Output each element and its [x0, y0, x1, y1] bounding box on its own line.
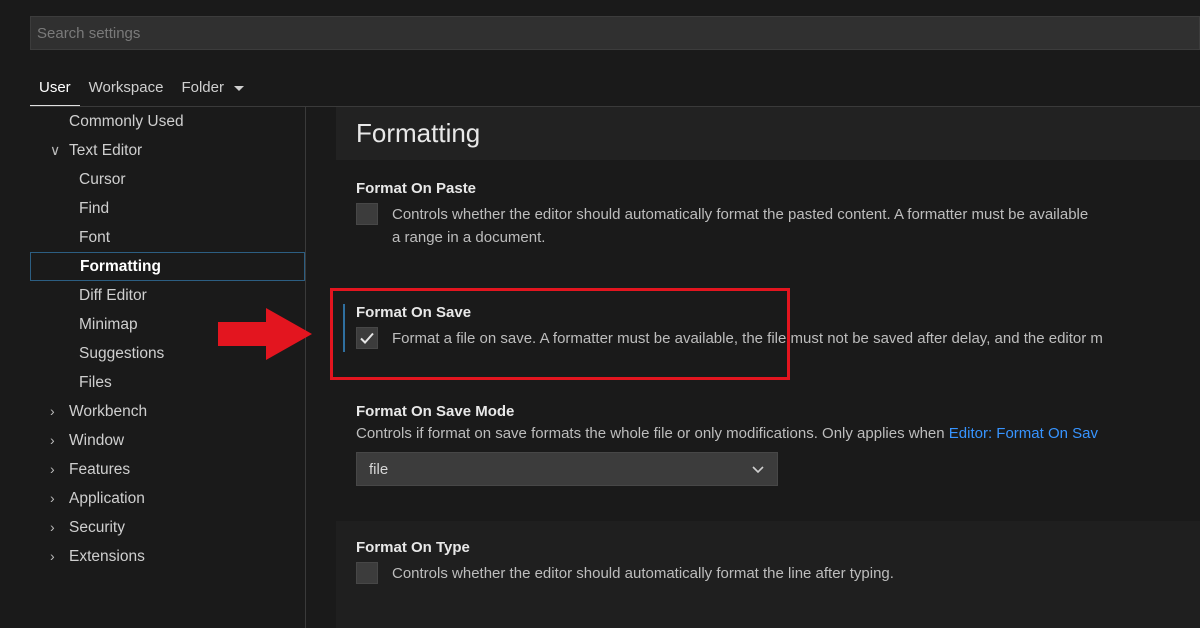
toc-item-label: Features — [69, 461, 131, 478]
tab-user-label: User — [39, 79, 71, 96]
tab-workspace[interactable]: Workspace — [80, 79, 173, 106]
toc-item-workbench[interactable]: › Workbench — [30, 397, 305, 426]
chevron-down-icon[interactable]: ∨ — [50, 136, 60, 165]
setting-description-text: Controls if format on save formats the w… — [356, 425, 945, 442]
toc-item-text-editor[interactable]: ∨ Text Editor — [30, 136, 305, 165]
section-title: Formatting — [336, 107, 1200, 160]
format-on-paste-checkbox[interactable] — [356, 203, 378, 225]
tab-folder[interactable]: Folder — [172, 79, 253, 106]
toc-item-label: Diff Editor — [79, 287, 147, 304]
chevron-right-icon[interactable]: › — [50, 455, 55, 484]
toc-item-label: Minimap — [79, 316, 138, 333]
search-bar[interactable] — [30, 16, 1200, 50]
search-input[interactable] — [37, 24, 1199, 42]
select-value: file — [369, 460, 389, 478]
setting-description: Controls if format on save formats the w… — [356, 425, 1200, 442]
toc-item-commonly-used[interactable]: Commonly Used — [30, 107, 305, 136]
setting-link[interactable]: Editor: Format On Sav — [949, 425, 1098, 442]
setting-title: Format On Save Mode — [356, 403, 515, 420]
tab-folder-label: Folder — [181, 79, 224, 96]
toc-item-label: Text Editor — [69, 142, 143, 159]
toc-item-label: Workbench — [69, 403, 148, 420]
toc-item-security[interactable]: › Security — [30, 513, 305, 542]
toc-item-application[interactable]: › Application — [30, 484, 305, 513]
toc-item-extensions[interactable]: › Extensions — [30, 542, 305, 571]
toc-item-label: Find — [79, 200, 110, 217]
toc-item-label: Suggestions — [79, 345, 165, 362]
format-on-save-mode-select[interactable]: file — [356, 452, 778, 486]
toc-item-label: Security — [69, 519, 125, 536]
toc-item-label: Cursor — [79, 171, 126, 188]
toc-item-formatting[interactable]: Formatting — [30, 252, 305, 281]
toc-item-label: Extensions — [69, 548, 145, 565]
toc-item-cursor[interactable]: Cursor — [30, 165, 305, 194]
annotation-highlight-box — [330, 288, 790, 380]
toc-item-label: Files — [79, 374, 112, 391]
setting-format-on-type: Format On Type Controls whether the edit… — [336, 539, 1200, 586]
toc-item-font[interactable]: Font — [30, 223, 305, 252]
toc-item-find[interactable]: Find — [30, 194, 305, 223]
setting-description: Controls whether the editor should autom… — [392, 565, 894, 582]
scope-tabs: User Workspace Folder — [30, 70, 253, 106]
setting-format-on-paste: Format On Paste Controls whether the edi… — [336, 180, 1200, 249]
toc-item-label: Font — [79, 229, 111, 246]
setting-format-on-save-mode: Format On Save Mode Controls if format o… — [336, 403, 1200, 486]
chevron-right-icon[interactable]: › — [50, 397, 55, 426]
toc-item-files[interactable]: Files — [30, 368, 305, 397]
chevron-right-icon[interactable]: › — [50, 426, 55, 455]
setting-description: Controls whether the editor should autom… — [392, 206, 1089, 223]
toc-item-label: Formatting — [80, 258, 161, 275]
tab-workspace-label: Workspace — [88, 79, 164, 96]
setting-title: Format On Paste — [356, 180, 477, 197]
setting-description-cont: a range in a document. — [392, 229, 546, 246]
toc-item-features[interactable]: › Features — [30, 455, 305, 484]
chevron-down-icon[interactable] — [233, 86, 244, 91]
chevron-down-icon — [752, 466, 764, 474]
toc-item-diff-editor[interactable]: Diff Editor — [30, 281, 305, 310]
toc-item-label: Commonly Used — [69, 113, 184, 130]
toc-item-label: Window — [69, 432, 125, 449]
toc-item-label: Application — [69, 490, 145, 507]
format-on-type-checkbox[interactable] — [356, 562, 378, 584]
chevron-right-icon[interactable]: › — [50, 484, 55, 513]
tab-user[interactable]: User — [30, 79, 80, 106]
red-arrow-icon — [218, 308, 312, 360]
chevron-right-icon[interactable]: › — [50, 513, 55, 542]
chevron-right-icon[interactable]: › — [50, 542, 55, 571]
setting-title: Format On Type — [356, 539, 470, 556]
toc-item-window[interactable]: › Window — [30, 426, 305, 455]
